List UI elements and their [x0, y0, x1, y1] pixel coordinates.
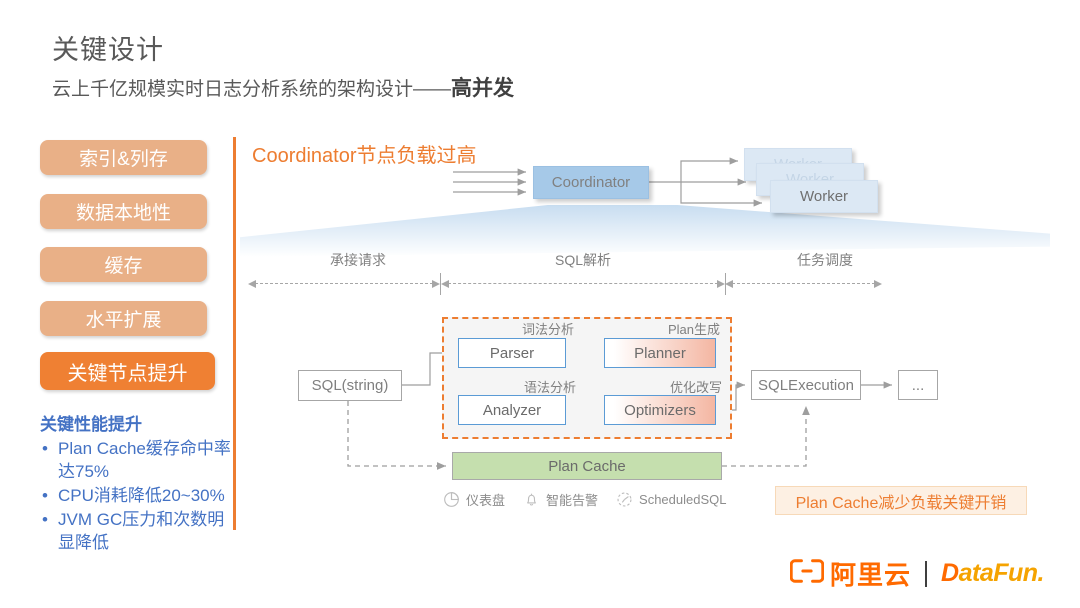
architecture-diagram: Coordinator节点负载过高 Coordinator Worker 承接请…	[240, 130, 1080, 540]
list-item: Plan Cache缓存命中率达75%	[40, 437, 240, 483]
plan-cache-node[interactable]: Plan Cache	[452, 452, 722, 480]
slide-root: 关键设计 云上千亿规模实时日志分析系统的架构设计——高并发 索引&列存 数据本地…	[0, 0, 1080, 608]
sidebar-pill-label: 缓存	[104, 256, 143, 277]
sublabel-lexical-analysis: 词法分析	[522, 322, 575, 337]
aliyun-mark-icon	[789, 558, 825, 589]
feature-label: ScheduledSQL	[639, 492, 727, 507]
page-title: 关键设计	[52, 35, 164, 65]
plan-cache-label: Plan Cache	[548, 457, 626, 475]
parser-label: Parser	[489, 344, 535, 362]
feature-smart-alert[interactable]: 智能告警	[523, 490, 598, 509]
sidebar-pill-cache[interactable]: 缓存	[40, 247, 207, 282]
bell-icon	[523, 491, 540, 508]
clock-icon	[616, 491, 633, 508]
arrow-head-right-icon	[874, 280, 882, 288]
phase-span-arrow	[248, 280, 440, 288]
sidebar-pill-horizontal-scaling[interactable]: 水平扩展	[40, 301, 207, 336]
analyzer-node[interactable]: Analyzer	[458, 395, 566, 425]
sidebar-pill-label: 水平扩展	[85, 310, 162, 331]
worker-node[interactable]: Worker	[770, 180, 878, 213]
worker-label: Worker	[799, 188, 849, 205]
analyzer-label: Analyzer	[482, 401, 542, 419]
phase-span-arrow	[725, 280, 882, 288]
phase-label-task-scheduling: 任务调度	[797, 252, 853, 268]
arrow-head-right-icon	[432, 280, 440, 288]
sidebar-pill-label: 索引&列存	[79, 149, 168, 170]
plan-cache-callout-label: Plan Cache减少负载关键开销	[795, 494, 1007, 512]
sql-string-node[interactable]: SQL(string)	[298, 370, 402, 401]
datafun-logo-text: DataFun.	[941, 559, 1044, 587]
feature-label: 仪表盘	[466, 493, 506, 508]
coordinator-label: Coordinator	[551, 174, 631, 191]
footer-logos: 阿里云 DataFun.	[789, 555, 1045, 592]
sidebar-pill-data-locality[interactable]: 数据本地性	[40, 194, 207, 229]
sidebar-pill-label: 数据本地性	[75, 203, 171, 224]
phase-span-arrow	[441, 280, 725, 288]
optimizers-node[interactable]: Optimizers	[604, 395, 716, 425]
list-item: CPU消耗降低20~30%	[40, 484, 240, 507]
footer-separator	[925, 560, 928, 587]
arrow-head-left-icon	[725, 280, 733, 288]
datafun-logo-initial: D	[941, 559, 959, 587]
ellipsis-node[interactable]: ...	[898, 370, 938, 400]
ellipsis-label: ...	[911, 376, 925, 394]
page-subtitle: 云上千亿规模实时日志分析系统的架构设计——高并发	[52, 72, 514, 102]
planner-node[interactable]: Planner	[604, 338, 716, 368]
optimizers-label: Optimizers	[624, 401, 696, 419]
phase-label-accept-request: 承接请求	[330, 252, 386, 268]
feature-scheduled-sql[interactable]: ScheduledSQL	[616, 491, 726, 508]
performance-section-title: 关键性能提升	[40, 415, 142, 434]
dashboard-pie-icon	[443, 491, 460, 508]
page-subtitle-plain: 云上千亿规模实时日志分析系统的架构设计——	[52, 79, 452, 100]
sidebar-pill-key-node-improvement[interactable]: 关键节点提升	[40, 352, 215, 390]
sql-string-label: SQL(string)	[311, 377, 389, 394]
coordinator-node[interactable]: Coordinator	[533, 166, 649, 199]
planner-label: Planner	[634, 344, 686, 362]
feature-strip: 仪表盘 智能告警 ScheduledSQL	[443, 490, 726, 509]
sublabel-plan-generation: Plan生成	[668, 322, 721, 337]
sublabel-syntax-analysis: 语法分析	[524, 380, 577, 395]
aliyun-logo: 阿里云	[789, 555, 912, 592]
sql-execution-node[interactable]: SQLExecution	[751, 370, 861, 400]
aliyun-logo-text: 阿里云	[830, 560, 912, 590]
sidebar-pill-label: 关键节点提升	[67, 362, 188, 385]
feature-label: 智能告警	[546, 493, 599, 508]
datafun-logo-rest: ataFun.	[958, 559, 1045, 587]
coordinator-overload-label: Coordinator节点负载过高	[252, 145, 477, 167]
sublabel-optimization-rewrite: 优化改写	[670, 380, 723, 395]
arrow-head-right-icon	[717, 280, 725, 288]
arrow-head-left-icon	[248, 280, 256, 288]
sql-execution-label: SQLExecution	[758, 376, 854, 394]
plan-cache-callout: Plan Cache减少负载关键开销	[775, 486, 1027, 515]
performance-bullet-list: Plan Cache缓存命中率达75% CPU消耗降低20~30% JVM GC…	[40, 437, 240, 555]
phase-label-sql-parsing: SQL解析	[554, 252, 612, 268]
page-subtitle-emphasis: 高并发	[451, 77, 515, 100]
list-item: JVM GC压力和次数明显降低	[40, 508, 240, 554]
datafun-logo: DataFun.	[941, 559, 1044, 588]
sidebar-pill-index-columnar[interactable]: 索引&列存	[40, 140, 207, 175]
feature-dashboard[interactable]: 仪表盘	[443, 490, 505, 509]
parser-node[interactable]: Parser	[458, 338, 566, 368]
arrow-head-left-icon	[441, 280, 449, 288]
